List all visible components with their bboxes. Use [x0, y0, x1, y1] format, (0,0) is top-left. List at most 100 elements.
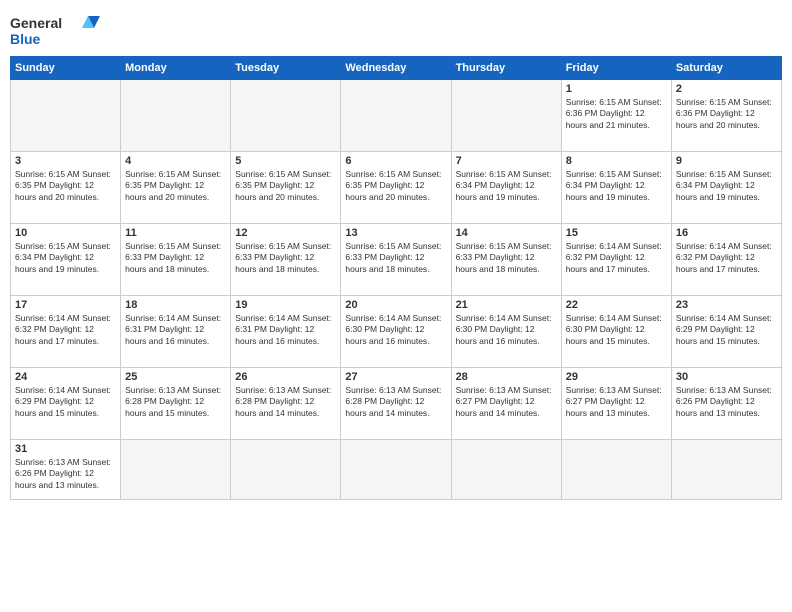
day-number: 6: [345, 155, 446, 167]
day-number: 26: [235, 371, 336, 383]
calendar-cell: 17 Sunrise: 6:14 AM Sunset: 6:32 PM Dayli…: [11, 296, 121, 368]
calendar-cell: 31 Sunrise: 6:13 AM Sunset: 6:26 PM Dayli…: [11, 440, 121, 500]
day-info: Sunrise: 6:15 AM Sunset: 6:33 PM Dayligh…: [345, 241, 446, 275]
calendar-week-row: 10 Sunrise: 6:15 AM Sunset: 6:34 PM Dayli…: [11, 224, 782, 296]
calendar-cell: [341, 80, 451, 152]
day-number: 13: [345, 227, 446, 239]
calendar-cell: 9 Sunrise: 6:15 AM Sunset: 6:34 PM Daylig…: [671, 152, 781, 224]
day-info: Sunrise: 6:14 AM Sunset: 6:30 PM Dayligh…: [345, 313, 446, 347]
calendar-cell: [231, 440, 341, 500]
col-header-monday: Monday: [121, 57, 231, 80]
day-number: 11: [125, 227, 226, 239]
day-info: Sunrise: 6:15 AM Sunset: 6:35 PM Dayligh…: [125, 169, 226, 203]
calendar-cell: 11 Sunrise: 6:15 AM Sunset: 6:33 PM Dayli…: [121, 224, 231, 296]
calendar-cell: [561, 440, 671, 500]
day-number: 9: [676, 155, 777, 167]
day-info: Sunrise: 6:14 AM Sunset: 6:29 PM Dayligh…: [676, 313, 777, 347]
day-info: Sunrise: 6:15 AM Sunset: 6:35 PM Dayligh…: [235, 169, 336, 203]
day-info: Sunrise: 6:15 AM Sunset: 6:35 PM Dayligh…: [15, 169, 116, 203]
col-header-tuesday: Tuesday: [231, 57, 341, 80]
calendar-cell: [11, 80, 121, 152]
day-number: 22: [566, 299, 667, 311]
day-info: Sunrise: 6:15 AM Sunset: 6:34 PM Dayligh…: [15, 241, 116, 275]
calendar-cell: 21 Sunrise: 6:14 AM Sunset: 6:30 PM Dayli…: [451, 296, 561, 368]
day-info: Sunrise: 6:15 AM Sunset: 6:34 PM Dayligh…: [566, 169, 667, 203]
day-number: 20: [345, 299, 446, 311]
day-info: Sunrise: 6:15 AM Sunset: 6:35 PM Dayligh…: [345, 169, 446, 203]
day-number: 3: [15, 155, 116, 167]
day-info: Sunrise: 6:13 AM Sunset: 6:28 PM Dayligh…: [235, 385, 336, 419]
calendar-cell: [451, 440, 561, 500]
calendar-cell: 22 Sunrise: 6:14 AM Sunset: 6:30 PM Dayli…: [561, 296, 671, 368]
day-number: 19: [235, 299, 336, 311]
calendar-cell: 27Sunrise: 6:13 AM Sunset: 6:28 PM Dayli…: [341, 368, 451, 440]
calendar-week-row: 3 Sunrise: 6:15 AM Sunset: 6:35 PM Daylig…: [11, 152, 782, 224]
day-number: 31: [15, 443, 116, 455]
calendar-cell: 26 Sunrise: 6:13 AM Sunset: 6:28 PM Dayli…: [231, 368, 341, 440]
svg-text:Blue: Blue: [10, 31, 41, 47]
day-info: Sunrise: 6:15 AM Sunset: 6:34 PM Dayligh…: [456, 169, 557, 203]
day-info: Sunrise: 6:14 AM Sunset: 6:32 PM Dayligh…: [15, 313, 116, 347]
calendar-cell: 30Sunrise: 6:13 AM Sunset: 6:26 PM Dayli…: [671, 368, 781, 440]
col-header-friday: Friday: [561, 57, 671, 80]
day-info: Sunrise: 6:14 AM Sunset: 6:30 PM Dayligh…: [456, 313, 557, 347]
day-number: 7: [456, 155, 557, 167]
calendar-table: SundayMondayTuesdayWednesdayThursdayFrid…: [10, 56, 782, 500]
calendar-cell: 4 Sunrise: 6:15 AM Sunset: 6:35 PM Daylig…: [121, 152, 231, 224]
day-info: Sunrise: 6:15 AM Sunset: 6:33 PM Dayligh…: [456, 241, 557, 275]
logo: General Blue: [10, 10, 100, 50]
day-number: 17: [15, 299, 116, 311]
day-info: Sunrise: 6:14 AM Sunset: 6:29 PM Dayligh…: [15, 385, 116, 419]
header: General Blue: [10, 10, 782, 50]
calendar-header-row: SundayMondayTuesdayWednesdayThursdayFrid…: [11, 57, 782, 80]
day-info: Sunrise: 6:13 AM Sunset: 6:26 PM Dayligh…: [676, 385, 777, 419]
col-header-wednesday: Wednesday: [341, 57, 451, 80]
day-number: 16: [676, 227, 777, 239]
day-number: 25: [125, 371, 226, 383]
day-info: Sunrise: 6:15 AM Sunset: 6:34 PM Dayligh…: [676, 169, 777, 203]
calendar-cell: 3 Sunrise: 6:15 AM Sunset: 6:35 PM Daylig…: [11, 152, 121, 224]
day-info: Sunrise: 6:14 AM Sunset: 6:32 PM Dayligh…: [676, 241, 777, 275]
day-number: 24: [15, 371, 116, 383]
calendar-cell: 25 Sunrise: 6:13 AM Sunset: 6:28 PM Dayli…: [121, 368, 231, 440]
day-number: 10: [15, 227, 116, 239]
day-info: Sunrise: 6:13 AM Sunset: 6:27 PM Dayligh…: [566, 385, 667, 419]
day-number: 28: [456, 371, 557, 383]
day-number: 12: [235, 227, 336, 239]
day-info: Sunrise: 6:15 AM Sunset: 6:36 PM Dayligh…: [566, 97, 667, 131]
calendar-week-row: 31 Sunrise: 6:13 AM Sunset: 6:26 PM Dayli…: [11, 440, 782, 500]
day-number: 8: [566, 155, 667, 167]
col-header-sunday: Sunday: [11, 57, 121, 80]
day-number: 21: [456, 299, 557, 311]
calendar-cell: [121, 80, 231, 152]
day-info: Sunrise: 6:13 AM Sunset: 6:27 PM Dayligh…: [456, 385, 557, 419]
day-info: Sunrise: 6:13 AM Sunset: 6:26 PM Dayligh…: [15, 457, 116, 491]
calendar-cell: 19Sunrise: 6:14 AM Sunset: 6:31 PM Dayli…: [231, 296, 341, 368]
calendar-cell: 7 Sunrise: 6:15 AM Sunset: 6:34 PM Daylig…: [451, 152, 561, 224]
calendar-cell: 23Sunrise: 6:14 AM Sunset: 6:29 PM Dayli…: [671, 296, 781, 368]
day-number: 15: [566, 227, 667, 239]
calendar-cell: 2 Sunrise: 6:15 AM Sunset: 6:36 PM Daylig…: [671, 80, 781, 152]
day-number: 1: [566, 83, 667, 95]
day-info: Sunrise: 6:15 AM Sunset: 6:36 PM Dayligh…: [676, 97, 777, 131]
day-info: Sunrise: 6:15 AM Sunset: 6:33 PM Dayligh…: [235, 241, 336, 275]
day-number: 18: [125, 299, 226, 311]
day-number: 2: [676, 83, 777, 95]
calendar-cell: 12 Sunrise: 6:15 AM Sunset: 6:33 PM Dayli…: [231, 224, 341, 296]
day-number: 4: [125, 155, 226, 167]
day-info: Sunrise: 6:14 AM Sunset: 6:31 PM Dayligh…: [125, 313, 226, 347]
calendar-week-row: 24 Sunrise: 6:14 AM Sunset: 6:29 PM Dayli…: [11, 368, 782, 440]
calendar-cell: [231, 80, 341, 152]
day-number: 14: [456, 227, 557, 239]
day-number: 5: [235, 155, 336, 167]
calendar-cell: [671, 440, 781, 500]
calendar-cell: 20 Sunrise: 6:14 AM Sunset: 6:30 PM Dayli…: [341, 296, 451, 368]
svg-text:General: General: [10, 15, 62, 31]
calendar-cell: 1 Sunrise: 6:15 AM Sunset: 6:36 PM Daylig…: [561, 80, 671, 152]
calendar-cell: 13 Sunrise: 6:15 AM Sunset: 6:33 PM Dayli…: [341, 224, 451, 296]
day-info: Sunrise: 6:15 AM Sunset: 6:33 PM Dayligh…: [125, 241, 226, 275]
calendar-cell: 18 Sunrise: 6:14 AM Sunset: 6:31 PM Dayli…: [121, 296, 231, 368]
day-info: Sunrise: 6:13 AM Sunset: 6:28 PM Dayligh…: [125, 385, 226, 419]
generalblue-logo-icon: General Blue: [10, 10, 100, 50]
day-info: Sunrise: 6:14 AM Sunset: 6:30 PM Dayligh…: [566, 313, 667, 347]
